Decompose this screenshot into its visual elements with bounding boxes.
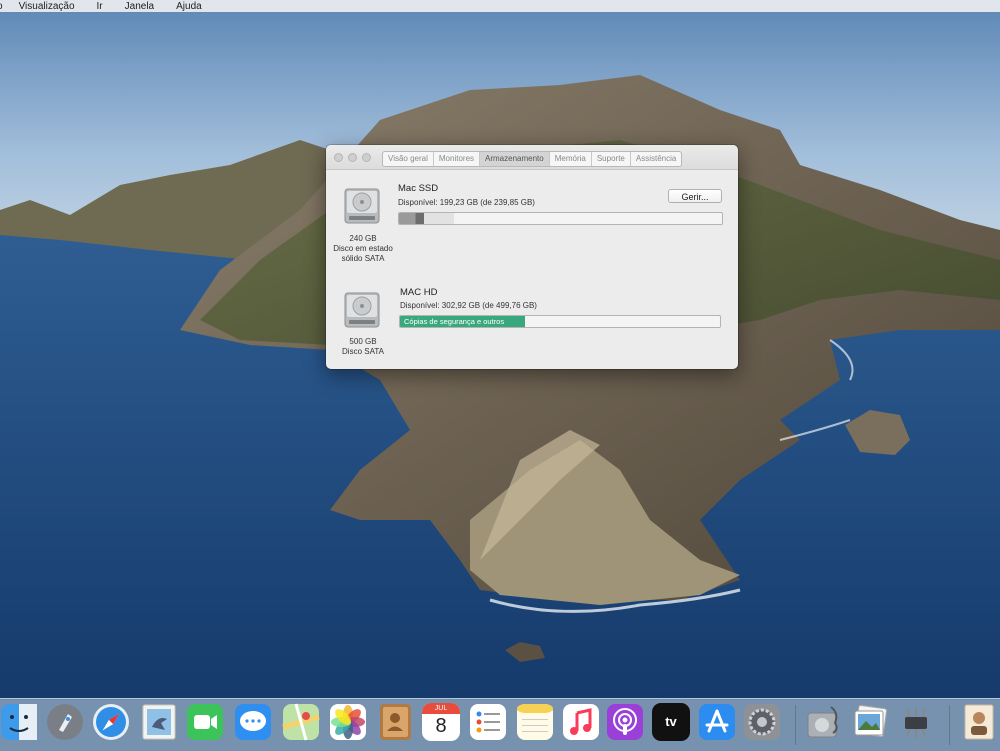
calendar-month: JUL [422,703,460,714]
tab-overview[interactable]: Visão geral [383,152,434,166]
apple-tv-icon[interactable]: tv [652,703,690,741]
tab-displays[interactable]: Monitores [434,152,481,166]
zoom-window-button[interactable] [362,153,371,162]
contacts-icon[interactable] [376,703,414,741]
downloads-stack-icon[interactable] [960,703,994,741]
about-this-mac-window: Visão geral Monitores Armazenamento Memó… [326,145,738,369]
photos-icon[interactable] [329,703,367,741]
disk-capacity-label: 240 GB [349,234,377,243]
minimize-window-button[interactable] [348,153,357,162]
disk-utility-icon[interactable] [805,703,843,741]
storage-usage-bar: Cópias de segurança e outros [399,315,721,328]
dock: JUL 8 tv [0,698,1000,751]
menu-item-apple[interactable]: o [0,1,3,12]
launchpad-icon[interactable] [46,703,84,741]
storage-used-segment [399,213,454,224]
close-window-button[interactable] [334,153,343,162]
disk-name: MAC HD [400,287,438,298]
hard-drive-icon [344,292,380,328]
disk-type-label: sólido SATA [341,254,385,263]
music-icon[interactable] [562,703,600,741]
system-preferences-icon[interactable] [743,703,781,741]
messages-icon[interactable] [234,703,272,741]
preview-icon[interactable] [851,703,889,741]
disk-available-space: Disponível: 199,23 GB (de 239,85 GB) [398,198,535,207]
tab-support[interactable]: Suporte [592,152,631,166]
disk-capacity-label: 500 GB [349,337,377,346]
podcasts-icon[interactable] [606,703,644,741]
window-titlebar: Visão geral Monitores Armazenamento Memó… [326,145,738,170]
app-store-icon[interactable] [698,703,736,741]
calendar-day: 8 [435,715,447,737]
backup-segment-label: Cópias de segurança e outros [404,317,505,326]
calendar-icon[interactable]: JUL 8 [422,703,460,741]
system-information-icon[interactable] [897,703,935,741]
tab-memory[interactable]: Memória [550,152,592,166]
disk-type-label: Disco SATA [342,347,384,356]
disk-available-space: Disponível: 302,92 GB (de 499,76 GB) [400,301,537,310]
tab-bar: Visão geral Monitores Armazenamento Memó… [382,151,683,167]
storage-backup-segment[interactable]: Cópias de segurança e outros [400,316,525,327]
reminders-icon[interactable] [469,703,507,741]
storage-usage-bar [398,212,723,225]
desktop-wallpaper [0,0,1000,700]
menu-bar: o Visualização Ir Janela Ajuda [0,0,1000,12]
dock-separator [949,705,950,745]
notes-icon[interactable] [516,703,554,741]
dock-separator [795,705,796,745]
hard-drive-icon [344,188,380,224]
menu-item-window[interactable]: Janela [125,1,154,12]
finder-icon[interactable] [0,703,38,741]
tab-storage[interactable]: Armazenamento [480,152,550,166]
menu-item-go[interactable]: Ir [97,1,103,12]
manage-storage-button[interactable]: Gerir... [668,189,722,203]
facetime-icon[interactable] [186,703,224,741]
menu-item-view[interactable]: Visualização [19,1,75,12]
mail-icon[interactable] [140,703,178,741]
tv-label: tv [665,714,677,729]
disk-type-label: Disco em estado [333,244,393,253]
menu-item-help[interactable]: Ajuda [176,1,202,12]
disk-name: Mac SSD [398,183,439,194]
maps-icon[interactable] [282,703,320,741]
tab-service[interactable]: Assistência [631,152,681,166]
safari-icon[interactable] [92,703,130,741]
